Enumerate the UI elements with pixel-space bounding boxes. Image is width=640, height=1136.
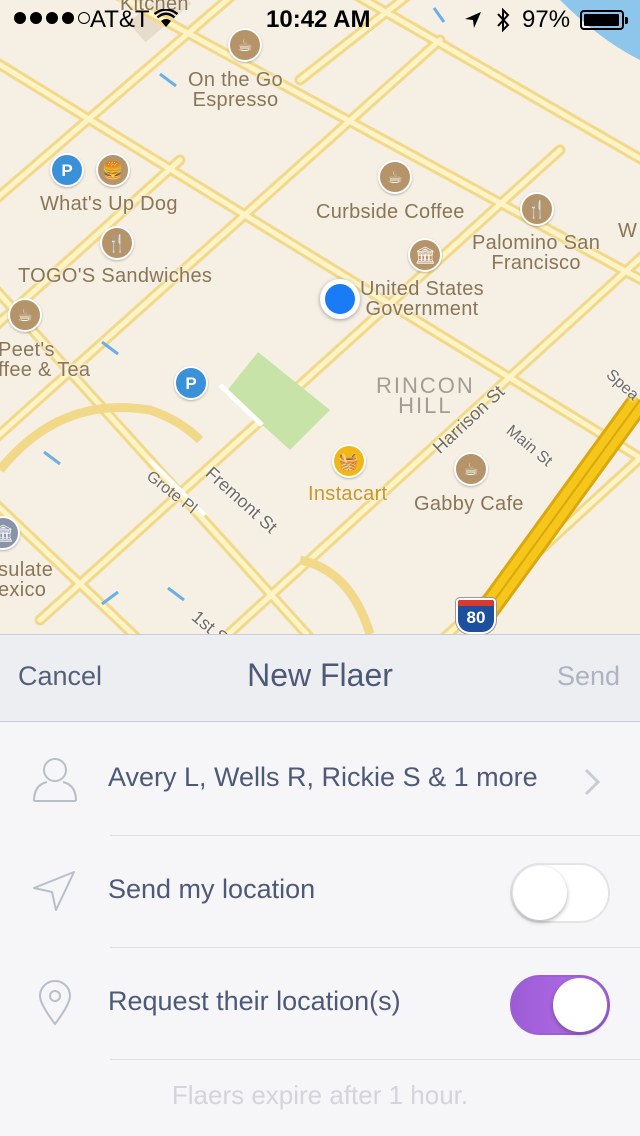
district-label: RINCON HILL bbox=[376, 373, 475, 418]
map-view[interactable]: ☕ On the Go Espresso P 🍔 What's Up Dog ☕ … bbox=[0, 0, 640, 634]
place-label-palomino[interactable]: Palomino San Francisco bbox=[472, 233, 600, 273]
page-title: New Flaer bbox=[247, 657, 393, 693]
battery-icon bbox=[580, 10, 628, 30]
restaurant-icon[interactable]: 🍴 bbox=[520, 192, 554, 226]
person-icon bbox=[33, 758, 77, 802]
user-location-dot bbox=[320, 279, 360, 319]
restaurant-icon[interactable]: 🍴 bbox=[100, 226, 134, 260]
place-label-togos[interactable]: TOGO'S Sandwiches bbox=[18, 266, 212, 286]
parking-icon: P bbox=[174, 366, 208, 400]
basket-icon[interactable]: 🧺 bbox=[332, 444, 366, 478]
status-time: 10:42 AM bbox=[266, 6, 371, 33]
place-label-us-government[interactable]: United States Government bbox=[360, 279, 484, 319]
location-services-icon bbox=[465, 12, 481, 28]
place-label-curbside-coffee[interactable]: Curbside Coffee bbox=[316, 202, 465, 222]
wifi-icon bbox=[154, 9, 178, 27]
carrier-label: AT&T bbox=[90, 6, 150, 33]
nav-bar: Cancel New Flaer Send bbox=[0, 634, 640, 722]
coffee-icon[interactable]: ☕ bbox=[8, 298, 42, 332]
send-location-row: Send my location bbox=[0, 836, 640, 948]
chevron-right-icon bbox=[584, 768, 600, 796]
coffee-icon[interactable]: ☕ bbox=[378, 160, 412, 194]
location-arrow-icon bbox=[33, 871, 75, 911]
map-pin-icon bbox=[38, 980, 72, 1026]
parking-icon: P bbox=[50, 153, 84, 187]
send-location-toggle[interactable] bbox=[510, 863, 610, 923]
signal-strength-icon bbox=[14, 12, 90, 24]
recipients-label: Avery L, Wells R, Rickie S & 1 more bbox=[108, 762, 538, 792]
place-label-gabby-cafe[interactable]: Gabby Cafe bbox=[414, 494, 524, 514]
expiry-note: Flaers expire after 1 hour. bbox=[171, 1080, 469, 1110]
map-streets bbox=[0, 0, 640, 634]
bluetooth-icon bbox=[497, 8, 510, 32]
place-label-instacart[interactable]: Instacart bbox=[308, 484, 387, 504]
street-label-w: W bbox=[618, 220, 638, 242]
request-location-row: Request their location(s) bbox=[0, 948, 640, 1060]
fast-food-icon[interactable]: 🍔 bbox=[96, 153, 130, 187]
coffee-icon[interactable]: ☕ bbox=[454, 452, 488, 486]
request-location-label: Request their location(s) bbox=[108, 986, 401, 1016]
send-button[interactable]: Send bbox=[557, 661, 620, 692]
government-icon[interactable]: 🏛 bbox=[408, 238, 442, 272]
highway-shield: 80 bbox=[456, 598, 496, 634]
request-location-toggle[interactable] bbox=[510, 975, 610, 1035]
place-label-whats-up-dog[interactable]: What's Up Dog bbox=[40, 194, 178, 214]
status-bar: AT&T 10:42 AM 97% bbox=[0, 0, 640, 40]
place-label-consulate[interactable]: sulate exico bbox=[0, 560, 53, 600]
place-label-on-the-go[interactable]: On the Go Espresso bbox=[188, 70, 283, 110]
recipients-row[interactable]: Avery L, Wells R, Rickie S & 1 more bbox=[0, 724, 640, 836]
battery-percent: 97% bbox=[522, 6, 571, 33]
place-label-peets[interactable]: Peet's ffee & Tea bbox=[0, 340, 90, 380]
send-location-label: Send my location bbox=[108, 874, 316, 904]
